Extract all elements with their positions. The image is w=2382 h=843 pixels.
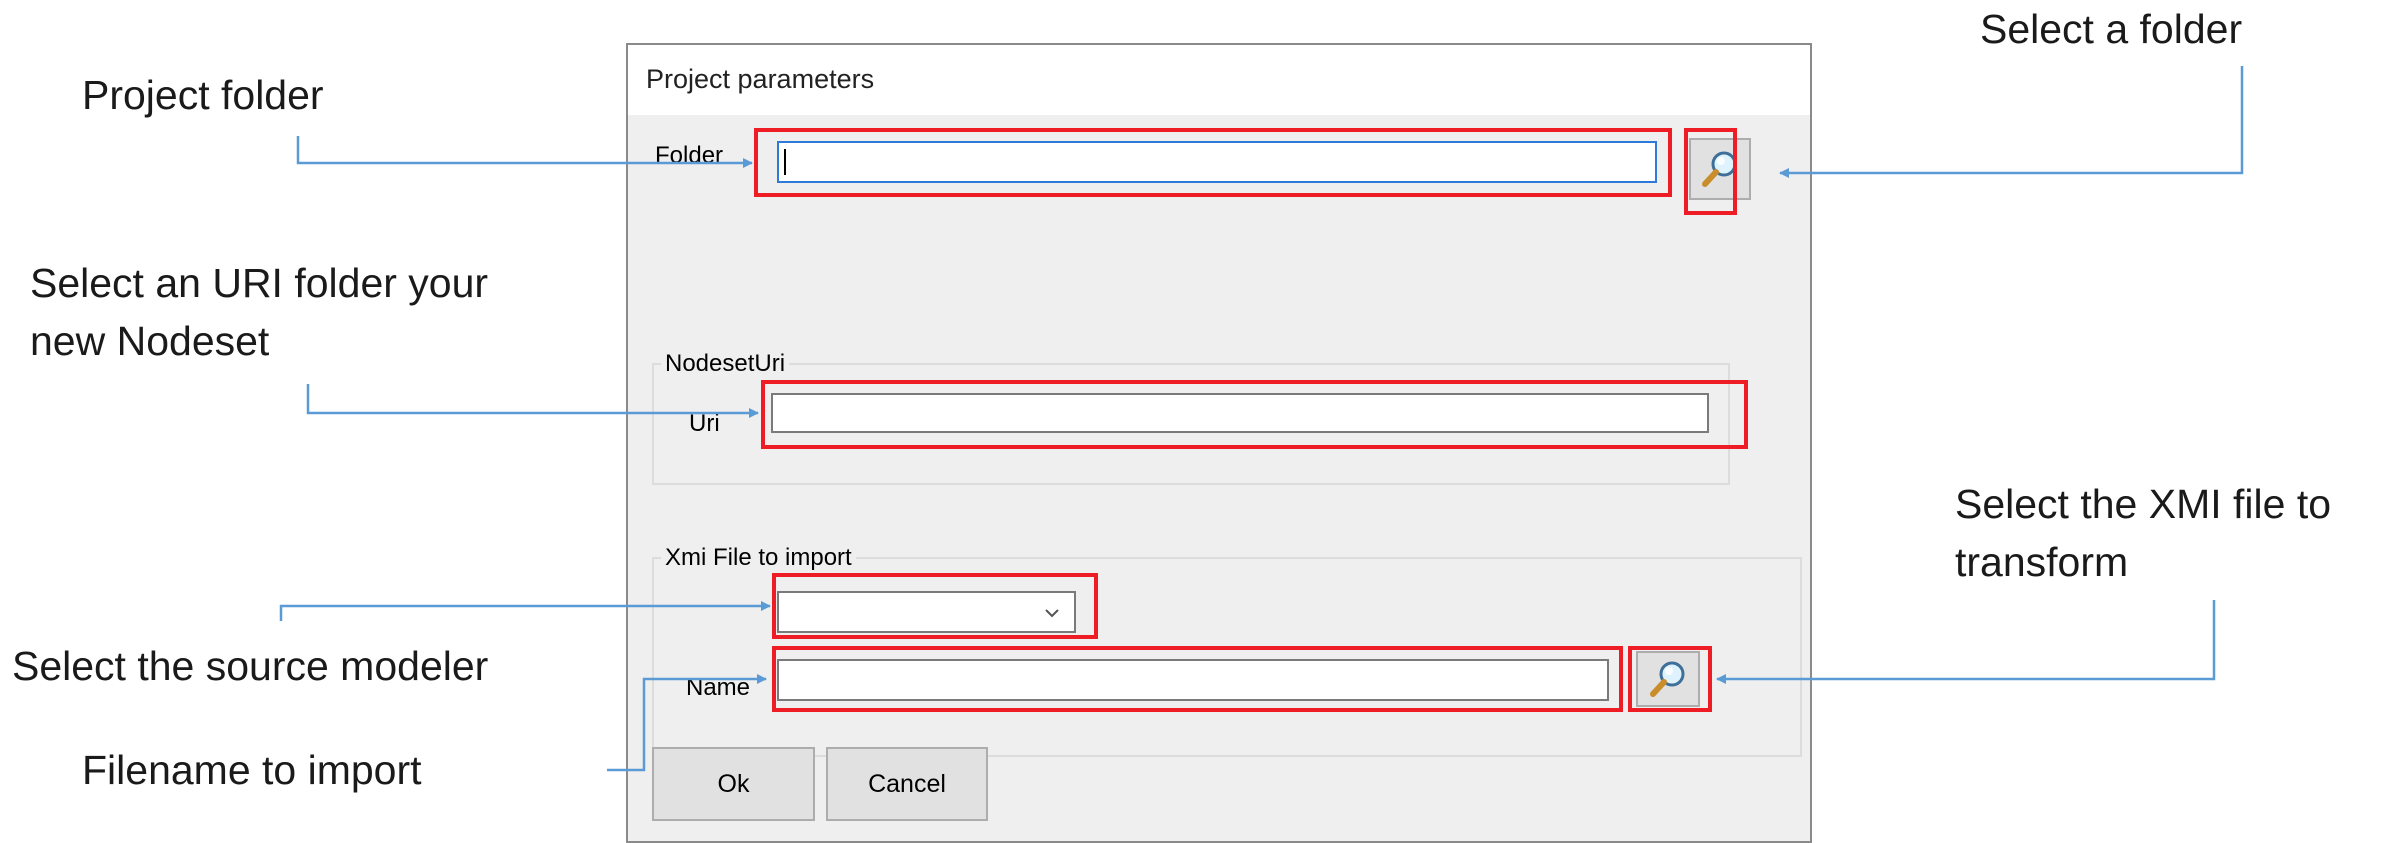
magnifier-icon — [1702, 151, 1737, 187]
xmi-file-group-title: Xmi File to import — [661, 544, 856, 572]
xmi-filename-input[interactable] — [777, 659, 1609, 701]
name-label: Name — [686, 674, 751, 701]
uri-label: Uri — [689, 410, 720, 437]
ok-button[interactable]: Ok — [652, 747, 815, 821]
cancel-button[interactable]: Cancel — [826, 747, 988, 821]
folder-label: Folder — [655, 142, 724, 169]
folder-browse-button[interactable] — [1689, 138, 1751, 200]
folder-input[interactable] — [777, 141, 1657, 183]
annotation-select-folder: Select a folder — [1980, 6, 2243, 52]
annotation-xmi-line2: transform — [1955, 539, 2129, 585]
xmi-browse-button[interactable] — [1636, 651, 1700, 707]
arrow-select-folder — [1779, 66, 2244, 178]
annotation-xmi-line1: Select the XMI file to — [1955, 481, 2332, 527]
chevron-down-icon — [1045, 609, 1059, 618]
dialog-title: Project parameters — [646, 64, 875, 94]
annotation-source-modeler: Select the source modeler — [12, 643, 489, 689]
annotation-filename: Filename to import — [82, 747, 422, 793]
nodeseturi-group-title: NodesetUri — [661, 350, 790, 378]
magnifier-icon — [1650, 661, 1685, 697]
project-parameters-dialog: Project parameters Folder NodesetUri Uri… — [626, 43, 1812, 843]
annotation-uri-line1: Select an URI folder your — [30, 260, 489, 306]
annotation-project-folder: Project folder — [82, 72, 324, 118]
source-modeler-select[interactable] — [777, 591, 1076, 633]
annotation-uri-line2: new Nodeset — [30, 318, 270, 364]
uri-input[interactable] — [771, 393, 1709, 433]
xmi-file-group — [652, 557, 1802, 757]
dialog-titlebar: Project parameters — [628, 45, 1810, 115]
